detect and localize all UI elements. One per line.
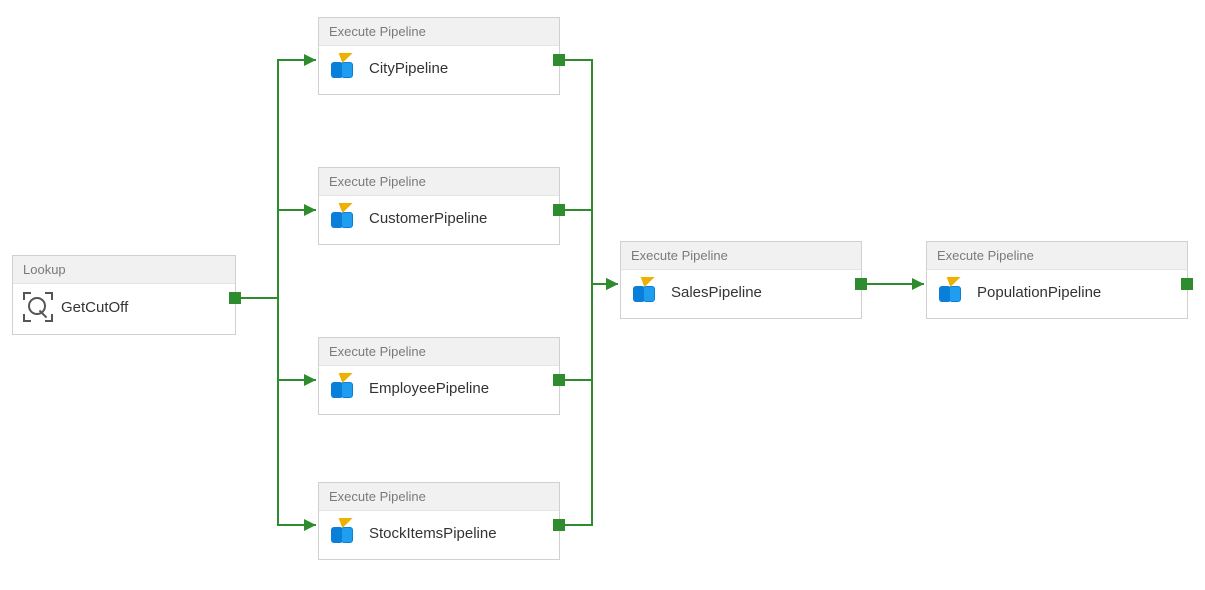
success-port[interactable] [229,292,241,304]
activity-type-label: Execute Pipeline [319,338,559,366]
activity-name: EmployeePipeline [369,380,489,397]
pipeline-canvas[interactable]: Lookup GetCutOff Execute Pipeline CityPi… [0,0,1205,590]
lookup-icon [25,294,51,320]
success-port[interactable] [553,519,565,531]
success-port[interactable] [855,278,867,290]
activity-execute-populationpipeline[interactable]: Execute Pipeline PopulationPipeline [926,241,1188,319]
success-port[interactable] [553,374,565,386]
execute-pipeline-icon [331,521,359,545]
activity-type-label: Execute Pipeline [621,242,861,270]
activity-name: CustomerPipeline [369,210,487,227]
activity-name: CityPipeline [369,60,448,77]
activity-type-label: Execute Pipeline [927,242,1187,270]
activity-execute-stockitemspipeline[interactable]: Execute Pipeline StockItemsPipeline [318,482,560,560]
activity-lookup-getcutoff[interactable]: Lookup GetCutOff [12,255,236,335]
success-port[interactable] [553,204,565,216]
activity-type-label: Execute Pipeline [319,168,559,196]
activity-execute-salespipeline[interactable]: Execute Pipeline SalesPipeline [620,241,862,319]
activity-execute-employeepipeline[interactable]: Execute Pipeline EmployeePipeline [318,337,560,415]
activity-execute-customerpipeline[interactable]: Execute Pipeline CustomerPipeline [318,167,560,245]
execute-pipeline-icon [939,280,967,304]
execute-pipeline-icon [331,376,359,400]
activity-name: StockItemsPipeline [369,525,497,542]
activity-name: GetCutOff [61,299,128,316]
activity-name: PopulationPipeline [977,284,1101,301]
activity-execute-citypipeline[interactable]: Execute Pipeline CityPipeline [318,17,560,95]
execute-pipeline-icon [633,280,661,304]
execute-pipeline-icon [331,56,359,80]
success-port[interactable] [1181,278,1193,290]
success-port[interactable] [553,54,565,66]
activity-name: SalesPipeline [671,284,762,301]
activity-type-label: Execute Pipeline [319,483,559,511]
activity-type-label: Lookup [13,256,235,284]
activity-type-label: Execute Pipeline [319,18,559,46]
execute-pipeline-icon [331,206,359,230]
